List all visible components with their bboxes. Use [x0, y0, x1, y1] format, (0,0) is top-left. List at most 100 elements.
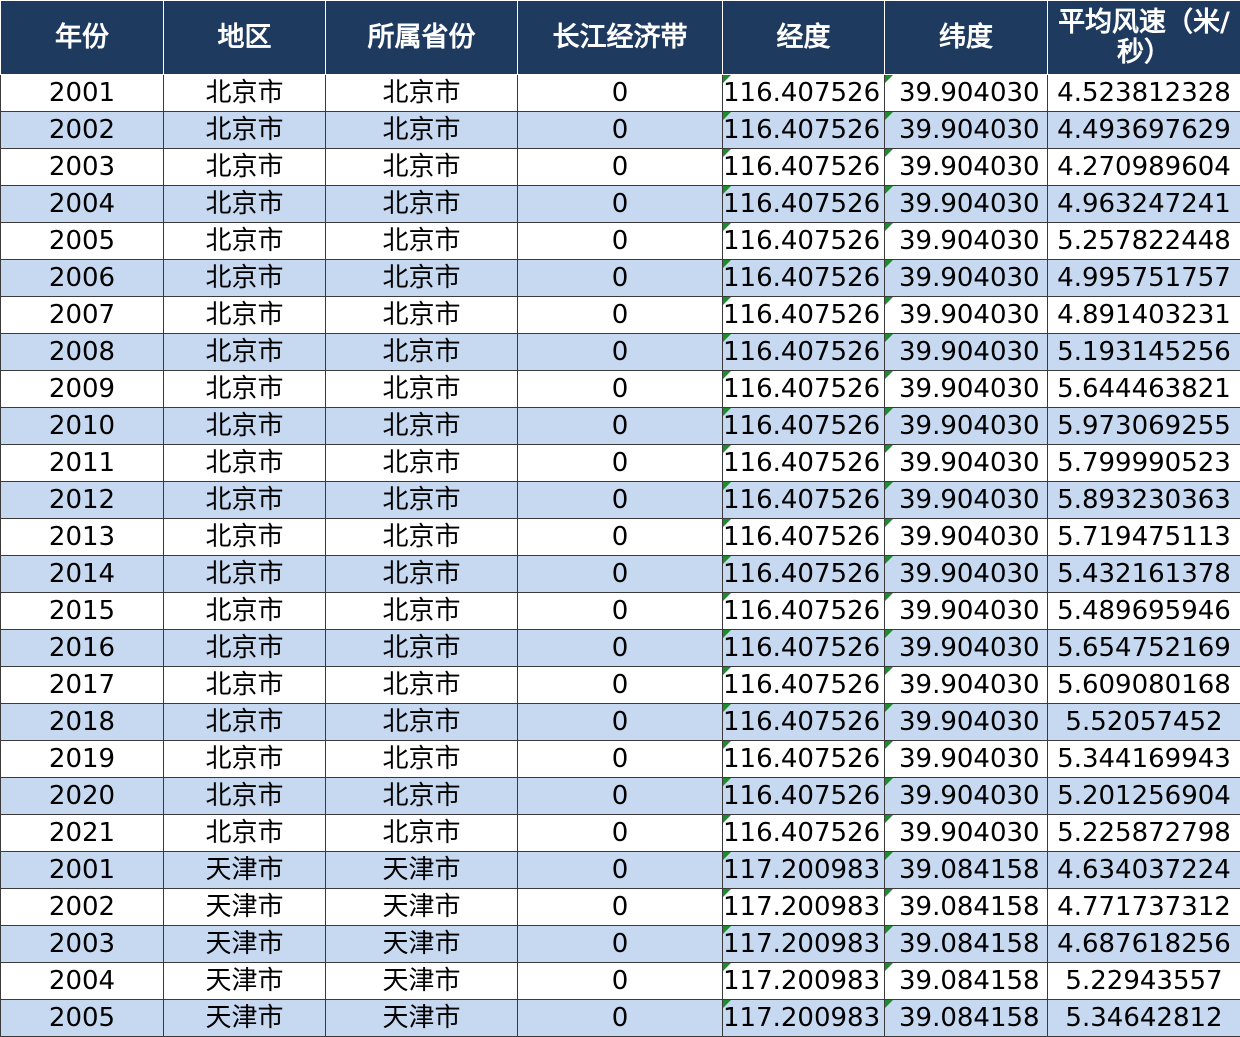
latitude-cell[interactable]: 39.904030 — [884, 185, 1048, 223]
latitude-cell[interactable]: 39.904030 — [884, 814, 1048, 852]
province-cell[interactable]: 北京市 — [325, 111, 518, 149]
province-cell[interactable]: 北京市 — [325, 407, 518, 445]
year-cell[interactable]: 2012 — [0, 481, 164, 519]
longitude-cell[interactable]: 117.200983 — [722, 962, 885, 1000]
year-cell[interactable]: 2004 — [0, 185, 164, 223]
longitude-cell[interactable]: 116.407526 — [722, 481, 885, 519]
year-cell[interactable]: 2003 — [0, 925, 164, 963]
wind-speed-cell[interactable]: 4.771737312 — [1047, 888, 1240, 926]
longitude-cell[interactable]: 116.407526 — [722, 185, 885, 223]
yangtze-belt-cell[interactable]: 0 — [517, 888, 723, 926]
yangtze-belt-cell[interactable]: 0 — [517, 111, 723, 149]
yangtze-belt-cell[interactable]: 0 — [517, 148, 723, 186]
latitude-cell[interactable]: 39.904030 — [884, 444, 1048, 482]
latitude-cell[interactable]: 39.904030 — [884, 333, 1048, 371]
longitude-cell[interactable]: 116.407526 — [722, 296, 885, 334]
latitude-cell[interactable]: 39.904030 — [884, 777, 1048, 815]
region-cell[interactable]: 北京市 — [163, 333, 326, 371]
latitude-cell[interactable]: 39.904030 — [884, 407, 1048, 445]
region-cell[interactable]: 北京市 — [163, 518, 326, 556]
latitude-cell[interactable]: 39.904030 — [884, 703, 1048, 741]
wind-speed-cell[interactable]: 5.654752169 — [1047, 629, 1240, 667]
wind-speed-cell[interactable]: 5.52057452 — [1047, 703, 1240, 741]
region-cell[interactable]: 北京市 — [163, 666, 326, 704]
province-cell[interactable]: 北京市 — [325, 370, 518, 408]
year-cell[interactable]: 2018 — [0, 703, 164, 741]
latitude-cell[interactable]: 39.084158 — [884, 888, 1048, 926]
region-cell[interactable]: 天津市 — [163, 888, 326, 926]
region-cell[interactable]: 北京市 — [163, 407, 326, 445]
longitude-cell[interactable]: 117.200983 — [722, 925, 885, 963]
province-cell[interactable]: 北京市 — [325, 185, 518, 223]
header-latitude[interactable]: 纬度 — [884, 0, 1048, 75]
yangtze-belt-cell[interactable]: 0 — [517, 555, 723, 593]
wind-speed-cell[interactable]: 5.609080168 — [1047, 666, 1240, 704]
province-cell[interactable]: 北京市 — [325, 518, 518, 556]
header-year[interactable]: 年份 — [0, 0, 164, 75]
latitude-cell[interactable]: 39.904030 — [884, 592, 1048, 630]
year-cell[interactable]: 2015 — [0, 592, 164, 630]
wind-speed-cell[interactable]: 4.891403231 — [1047, 296, 1240, 334]
wind-speed-cell[interactable]: 5.799990523 — [1047, 444, 1240, 482]
latitude-cell[interactable]: 39.904030 — [884, 370, 1048, 408]
region-cell[interactable]: 北京市 — [163, 222, 326, 260]
header-region[interactable]: 地区 — [163, 0, 326, 75]
wind-speed-cell[interactable]: 5.432161378 — [1047, 555, 1240, 593]
region-cell[interactable]: 北京市 — [163, 629, 326, 667]
region-cell[interactable]: 天津市 — [163, 925, 326, 963]
longitude-cell[interactable]: 117.200983 — [722, 851, 885, 889]
header-province[interactable]: 所属省份 — [325, 0, 518, 75]
region-cell[interactable]: 北京市 — [163, 481, 326, 519]
wind-speed-cell[interactable]: 5.489695946 — [1047, 592, 1240, 630]
province-cell[interactable]: 北京市 — [325, 666, 518, 704]
wind-speed-cell[interactable]: 5.719475113 — [1047, 518, 1240, 556]
wind-speed-cell[interactable]: 5.22943557 — [1047, 962, 1240, 1000]
yangtze-belt-cell[interactable]: 0 — [517, 74, 723, 112]
latitude-cell[interactable]: 39.904030 — [884, 666, 1048, 704]
yangtze-belt-cell[interactable]: 0 — [517, 370, 723, 408]
province-cell[interactable]: 北京市 — [325, 592, 518, 630]
yangtze-belt-cell[interactable]: 0 — [517, 740, 723, 778]
longitude-cell[interactable]: 116.407526 — [722, 740, 885, 778]
year-cell[interactable]: 2006 — [0, 259, 164, 297]
province-cell[interactable]: 北京市 — [325, 703, 518, 741]
yangtze-belt-cell[interactable]: 0 — [517, 666, 723, 704]
region-cell[interactable]: 北京市 — [163, 814, 326, 852]
wind-speed-cell[interactable]: 5.973069255 — [1047, 407, 1240, 445]
province-cell[interactable]: 天津市 — [325, 999, 518, 1037]
region-cell[interactable]: 北京市 — [163, 592, 326, 630]
longitude-cell[interactable]: 116.407526 — [722, 629, 885, 667]
longitude-cell[interactable]: 117.200983 — [722, 888, 885, 926]
longitude-cell[interactable]: 116.407526 — [722, 74, 885, 112]
year-cell[interactable]: 2011 — [0, 444, 164, 482]
wind-speed-cell[interactable]: 5.34642812 — [1047, 999, 1240, 1037]
yangtze-belt-cell[interactable]: 0 — [517, 703, 723, 741]
latitude-cell[interactable]: 39.084158 — [884, 999, 1048, 1037]
region-cell[interactable]: 天津市 — [163, 962, 326, 1000]
yangtze-belt-cell[interactable]: 0 — [517, 444, 723, 482]
province-cell[interactable]: 北京市 — [325, 333, 518, 371]
region-cell[interactable]: 北京市 — [163, 111, 326, 149]
longitude-cell[interactable]: 116.407526 — [722, 518, 885, 556]
wind-speed-cell[interactable]: 5.201256904 — [1047, 777, 1240, 815]
latitude-cell[interactable]: 39.904030 — [884, 148, 1048, 186]
latitude-cell[interactable]: 39.904030 — [884, 629, 1048, 667]
region-cell[interactable]: 北京市 — [163, 703, 326, 741]
year-cell[interactable]: 2019 — [0, 740, 164, 778]
latitude-cell[interactable]: 39.904030 — [884, 740, 1048, 778]
wind-speed-cell[interactable]: 5.257822448 — [1047, 222, 1240, 260]
province-cell[interactable]: 天津市 — [325, 888, 518, 926]
header-avg-wind-speed[interactable]: 平均风速（米/秒） — [1047, 0, 1240, 75]
wind-speed-cell[interactable]: 4.270989604 — [1047, 148, 1240, 186]
longitude-cell[interactable]: 116.407526 — [722, 703, 885, 741]
wind-speed-cell[interactable]: 4.995751757 — [1047, 259, 1240, 297]
longitude-cell[interactable]: 116.407526 — [722, 333, 885, 371]
yangtze-belt-cell[interactable]: 0 — [517, 407, 723, 445]
wind-speed-cell[interactable]: 4.634037224 — [1047, 851, 1240, 889]
yangtze-belt-cell[interactable]: 0 — [517, 925, 723, 963]
latitude-cell[interactable]: 39.904030 — [884, 111, 1048, 149]
province-cell[interactable]: 天津市 — [325, 851, 518, 889]
yangtze-belt-cell[interactable]: 0 — [517, 296, 723, 334]
province-cell[interactable]: 北京市 — [325, 74, 518, 112]
region-cell[interactable]: 北京市 — [163, 740, 326, 778]
